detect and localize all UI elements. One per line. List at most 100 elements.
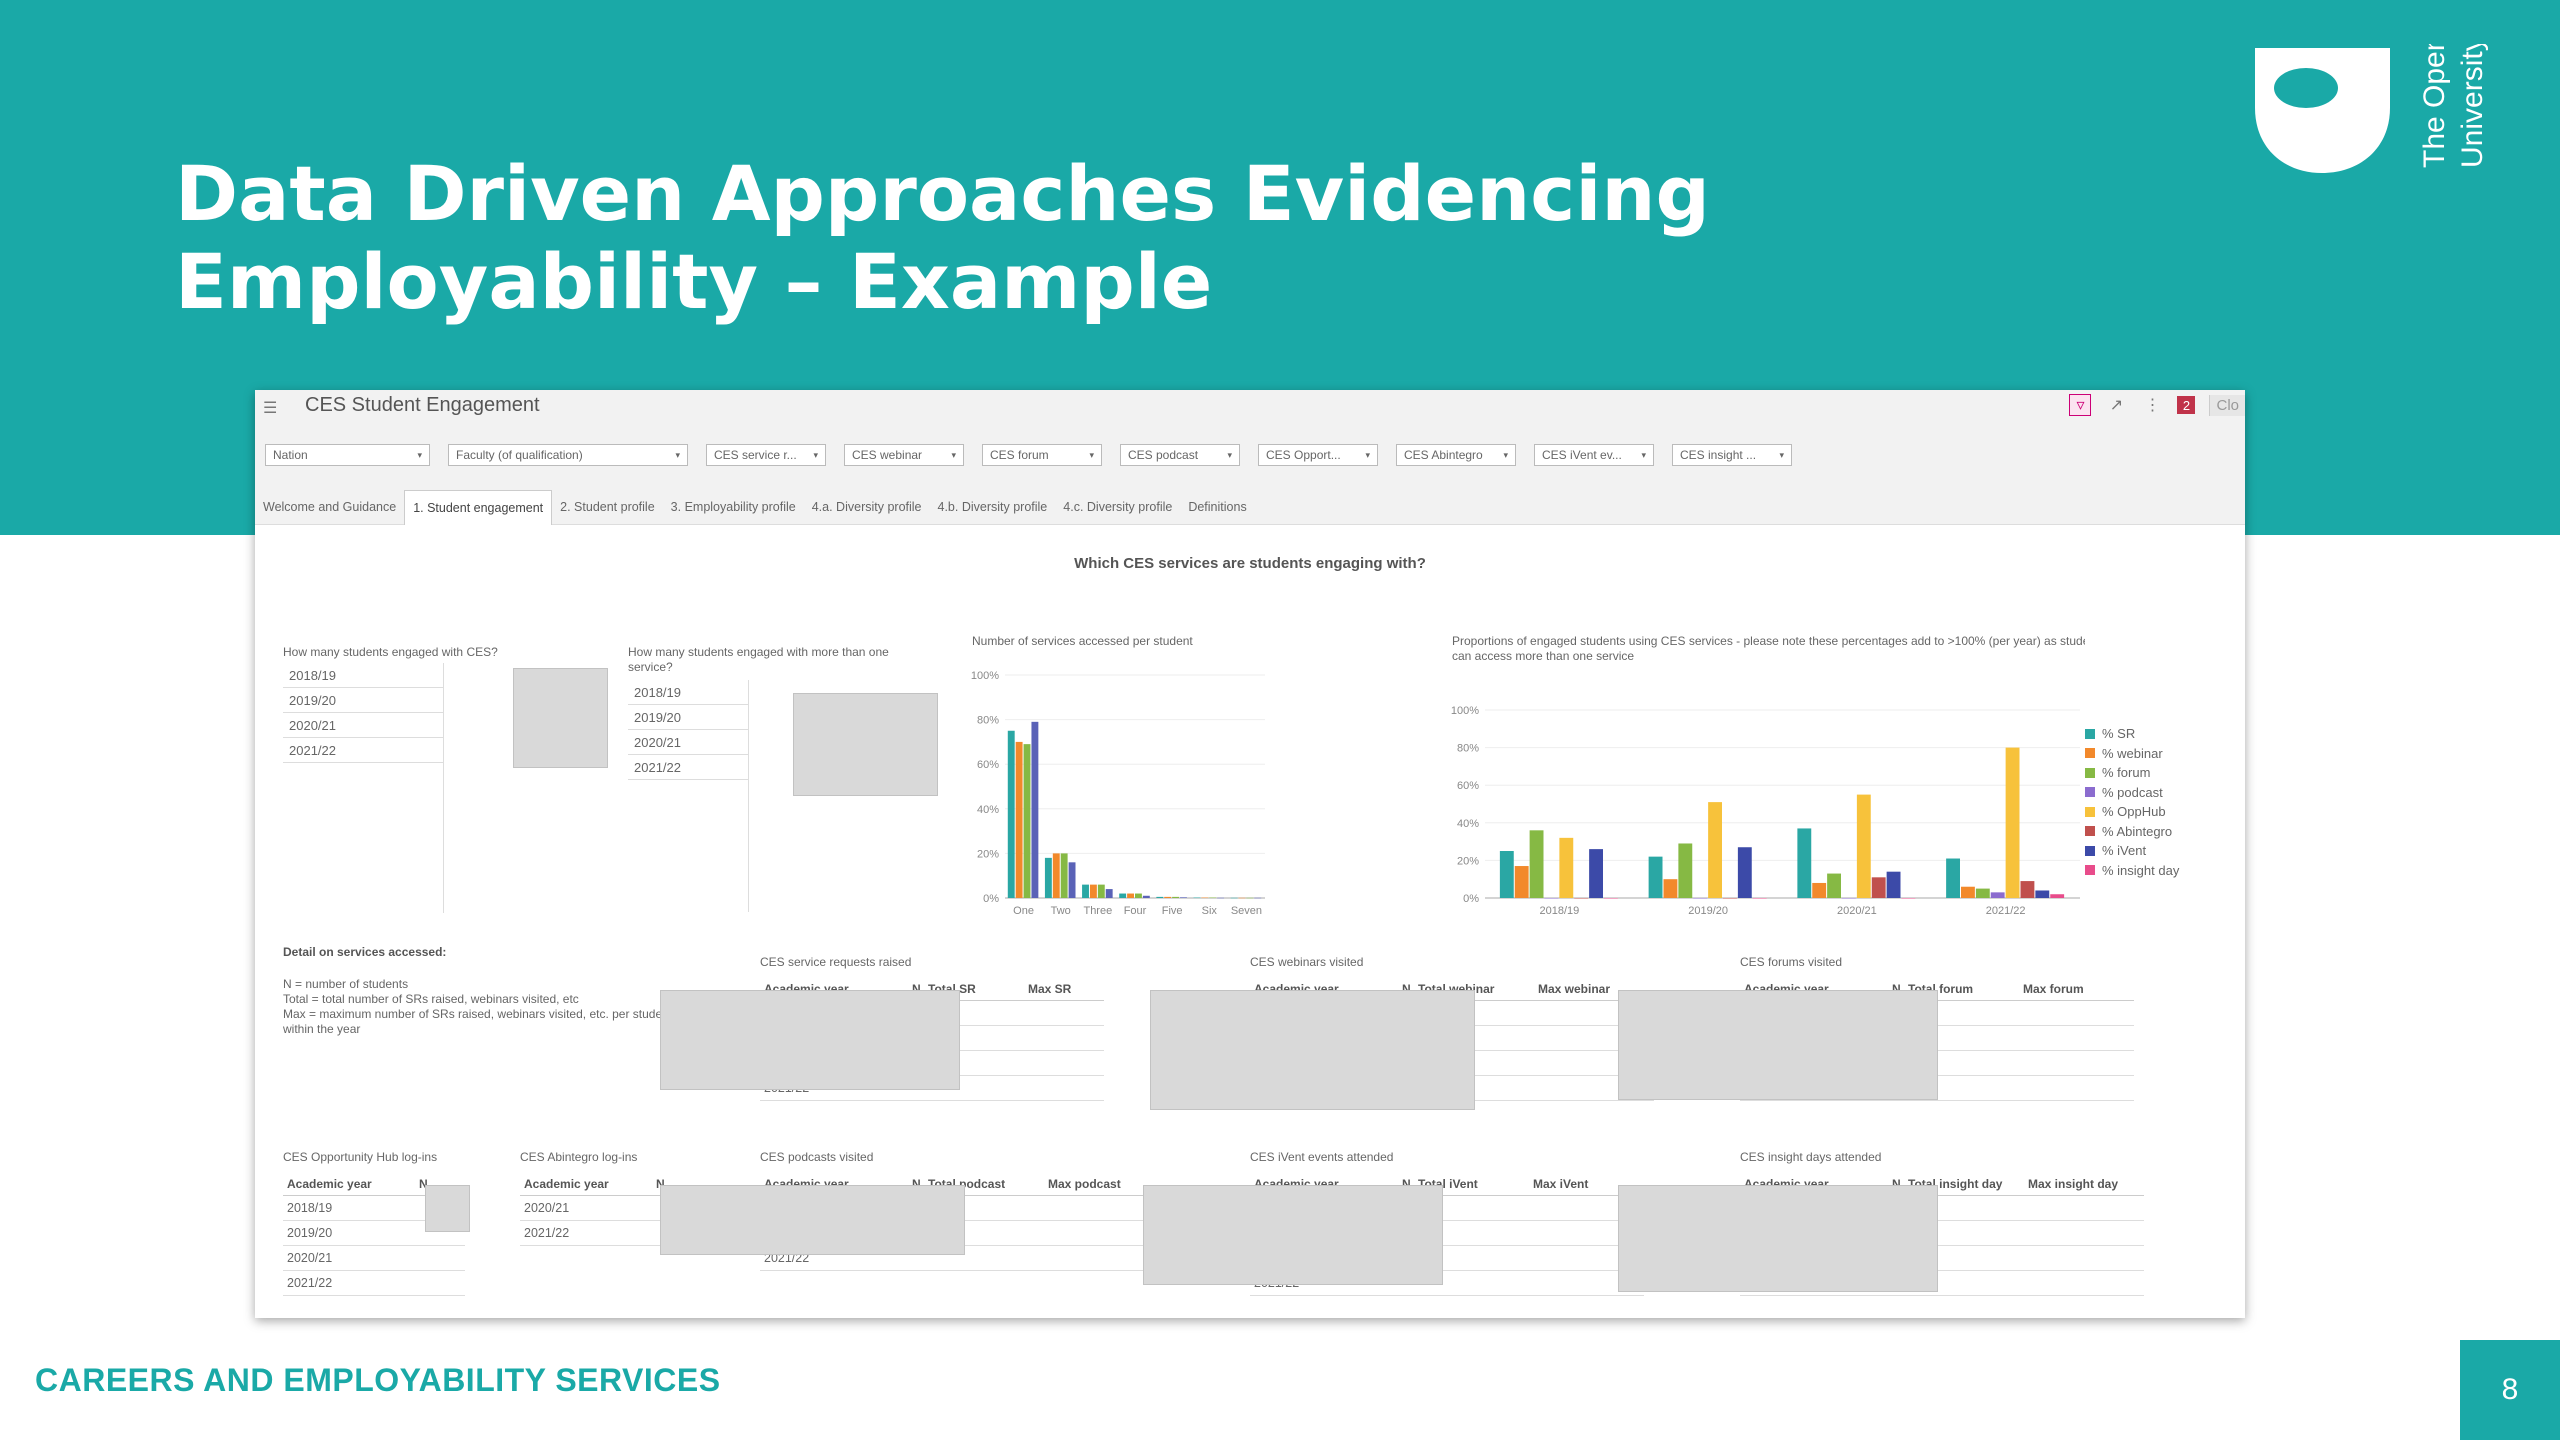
table-row[interactable]: 2020/21 bbox=[283, 1246, 465, 1271]
legend-item[interactable]: % Abintegro bbox=[2085, 822, 2179, 842]
bar[interactable] bbox=[1752, 898, 1767, 899]
tab-1[interactable]: 1. Student engagement bbox=[404, 490, 553, 525]
legend-item[interactable]: % webinar bbox=[2085, 744, 2179, 764]
bar[interactable] bbox=[1648, 856, 1663, 898]
bar[interactable] bbox=[1127, 893, 1134, 898]
bar[interactable] bbox=[1827, 873, 1841, 898]
bar[interactable] bbox=[1142, 895, 1150, 898]
more-icon[interactable]: ⋮ bbox=[2141, 394, 2163, 416]
filter-dropdown-4[interactable]: CES forum ▾ bbox=[982, 444, 1102, 466]
bar[interactable] bbox=[1060, 853, 1068, 898]
bar[interactable] bbox=[1097, 884, 1105, 898]
bar[interactable] bbox=[1193, 897, 1201, 899]
close-button[interactable]: Clo bbox=[2209, 394, 2245, 416]
column-header[interactable]: Max SR bbox=[1024, 977, 1104, 1000]
bar[interactable] bbox=[1797, 828, 1812, 898]
bar[interactable] bbox=[1119, 893, 1127, 898]
legend-item[interactable]: % iVent bbox=[2085, 841, 2179, 861]
bar[interactable] bbox=[1946, 858, 1960, 898]
bar[interactable] bbox=[1007, 730, 1015, 898]
bar[interactable] bbox=[1031, 721, 1039, 898]
bar[interactable] bbox=[1856, 794, 1871, 898]
filter-dropdown-8[interactable]: CES iVent ev... ▾ bbox=[1534, 444, 1654, 466]
bar[interactable] bbox=[2035, 890, 2050, 898]
bar[interactable] bbox=[1172, 896, 1180, 898]
bar[interactable] bbox=[1663, 879, 1678, 898]
bar[interactable] bbox=[1574, 898, 1589, 899]
bar[interactable] bbox=[1052, 853, 1060, 898]
bar[interactable] bbox=[1842, 898, 1856, 899]
filter-dropdown-0[interactable]: Nation ▾ bbox=[265, 444, 430, 466]
filter-dropdown-6[interactable]: CES Opport... ▾ bbox=[1258, 444, 1378, 466]
filter-dropdown-2[interactable]: CES service r... ▾ bbox=[706, 444, 826, 466]
bar[interactable] bbox=[1164, 896, 1172, 898]
bar[interactable] bbox=[1217, 897, 1225, 899]
tab-7[interactable]: Definitions bbox=[1180, 490, 1254, 525]
table-row[interactable]: 2021/22 bbox=[283, 1271, 465, 1296]
tab-6[interactable]: 4.c. Diversity profile bbox=[1055, 490, 1180, 525]
filter-dropdown-1[interactable]: Faculty (of qualification) ▾ bbox=[448, 444, 688, 466]
bar[interactable] bbox=[1886, 871, 1901, 898]
tab-2[interactable]: 2. Student profile bbox=[552, 490, 663, 525]
legend-item[interactable]: % forum bbox=[2085, 763, 2179, 783]
legend-item[interactable]: % OppHub bbox=[2085, 802, 2179, 822]
bar[interactable] bbox=[1975, 888, 1990, 898]
bar[interactable] bbox=[1082, 884, 1089, 898]
bar[interactable] bbox=[1529, 830, 1544, 898]
bar[interactable] bbox=[1044, 857, 1052, 898]
bar[interactable] bbox=[1812, 882, 1827, 898]
column-header[interactable]: Max insight day bbox=[2024, 1172, 2144, 1195]
bar[interactable] bbox=[1901, 898, 1916, 899]
bar[interactable] bbox=[1708, 802, 1722, 898]
filter-dropdown-5[interactable]: CES podcast ▾ bbox=[1120, 444, 1240, 466]
bar[interactable] bbox=[1678, 843, 1693, 898]
bar[interactable] bbox=[1961, 886, 1975, 898]
bar[interactable] bbox=[1238, 897, 1246, 899]
bar[interactable] bbox=[1180, 897, 1187, 898]
bar[interactable] bbox=[2020, 881, 2035, 898]
bar[interactable] bbox=[1559, 837, 1574, 898]
bar[interactable] bbox=[1023, 744, 1031, 898]
bar[interactable] bbox=[1246, 897, 1254, 899]
menu-icon[interactable]: ☰ bbox=[263, 398, 277, 418]
tab-3[interactable]: 3. Employability profile bbox=[663, 490, 804, 525]
bar[interactable] bbox=[1589, 849, 1603, 898]
legend-item[interactable]: % podcast bbox=[2085, 783, 2179, 803]
legend-item[interactable]: % SR bbox=[2085, 724, 2179, 744]
column-header[interactable]: Max forum bbox=[2019, 977, 2134, 1000]
filter-dropdown-3[interactable]: CES webinar ▾ bbox=[844, 444, 964, 466]
selection-count-badge[interactable]: 2 bbox=[2177, 396, 2196, 414]
bar[interactable] bbox=[1015, 741, 1023, 898]
bar[interactable] bbox=[2050, 894, 2065, 898]
filter-dropdown-7[interactable]: CES Abintegro ▾ bbox=[1396, 444, 1516, 466]
bar[interactable] bbox=[1201, 897, 1209, 899]
bar[interactable] bbox=[1105, 889, 1113, 898]
filter-icon[interactable]: ▿ bbox=[2069, 394, 2092, 416]
column-header[interactable]: Academic year bbox=[283, 1172, 415, 1195]
column-header[interactable]: Academic year bbox=[520, 1172, 652, 1195]
bar[interactable] bbox=[1068, 862, 1076, 898]
bar[interactable] bbox=[1604, 898, 1618, 899]
bar[interactable] bbox=[1723, 898, 1737, 899]
bar[interactable] bbox=[1871, 877, 1886, 898]
tab-4[interactable]: 4.a. Diversity profile bbox=[804, 490, 930, 525]
bar[interactable] bbox=[1693, 898, 1708, 899]
bar[interactable] bbox=[1514, 866, 1529, 898]
bar[interactable] bbox=[2005, 747, 2020, 898]
bar[interactable] bbox=[1156, 896, 1164, 898]
tab-0[interactable]: Welcome and Guidance bbox=[255, 490, 404, 525]
tab-5[interactable]: 4.b. Diversity profile bbox=[930, 490, 1056, 525]
filter-dropdown-9[interactable]: CES insight ... ▾ bbox=[1672, 444, 1792, 466]
bar[interactable] bbox=[1254, 897, 1262, 899]
bar[interactable] bbox=[1089, 884, 1097, 898]
bar[interactable] bbox=[1135, 893, 1142, 898]
bar[interactable] bbox=[1499, 851, 1514, 898]
bar[interactable] bbox=[1230, 897, 1238, 899]
expand-icon[interactable]: ↗ bbox=[2105, 394, 2127, 416]
bar[interactable] bbox=[1737, 847, 1752, 898]
bar[interactable] bbox=[1990, 892, 2005, 898]
filter-label: CES service r... bbox=[714, 448, 797, 462]
bar[interactable] bbox=[1209, 897, 1217, 899]
bar[interactable] bbox=[1544, 898, 1559, 899]
legend-item[interactable]: % insight day bbox=[2085, 861, 2179, 881]
